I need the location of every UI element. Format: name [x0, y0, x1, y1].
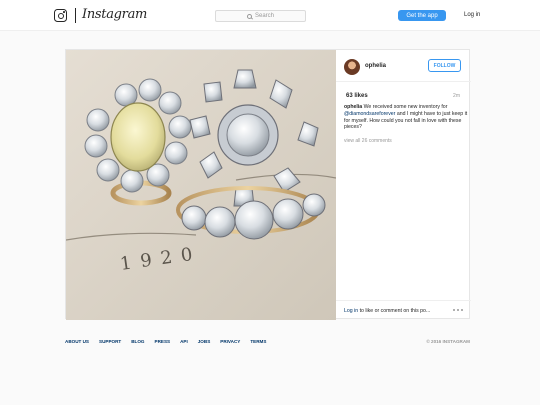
footer-link-jobs[interactable]: JOBS [198, 339, 211, 344]
search-placeholder: Search [254, 13, 274, 19]
comment-prompt: Log in to like or comment on this po... [344, 308, 430, 314]
footer-link-api[interactable]: API [180, 339, 188, 344]
footer-links: ABOUT US SUPPORT BLOG PRESS API JOBS PRI… [65, 339, 266, 344]
footer-link-blog[interactable]: BLOG [131, 339, 144, 344]
comment-login-link[interactable]: Log in [344, 308, 358, 314]
get-the-app-button[interactable]: Get the app [398, 10, 446, 21]
footer-link-about-us[interactable]: ABOUT US [65, 339, 89, 344]
post-timestamp[interactable]: 2m [453, 93, 460, 99]
copyright-text: © 2016 INSTAGRAM [426, 339, 470, 344]
avatar[interactable] [344, 59, 360, 75]
page-footer: ABOUT US SUPPORT BLOG PRESS API JOBS PRI… [65, 339, 470, 349]
search-input[interactable]: Search [215, 10, 306, 22]
post-sidebar: ophelia FOLLOW 63 likes 2m ophelia We re… [336, 50, 471, 320]
comment-prompt-text: to like or comment on this po... [358, 308, 431, 314]
search-icon [246, 13, 252, 19]
view-all-comments-link[interactable]: view all 26 comments [344, 138, 392, 144]
logo-divider [75, 8, 76, 23]
post-comment-bar: Log in to like or comment on this po... [336, 300, 471, 320]
top-navigation-bar: Instagram Search Get the app Log in [0, 0, 540, 31]
footer-link-press[interactable]: PRESS [155, 339, 171, 344]
post-header: ophelia FOLLOW [336, 50, 471, 82]
jewelry-photo-image: 1920 [66, 50, 336, 320]
post-caption: ophelia We received some new inventory f… [344, 104, 468, 131]
more-options-icon[interactable] [453, 309, 463, 311]
follow-button[interactable]: FOLLOW [428, 59, 461, 72]
instagram-camera-icon[interactable] [54, 9, 67, 22]
post-username[interactable]: ophelia [365, 63, 386, 69]
like-count[interactable]: 63 likes [346, 93, 368, 99]
footer-link-privacy[interactable]: PRIVACY [220, 339, 240, 344]
footer-link-support[interactable]: SUPPORT [99, 339, 121, 344]
caption-mention-link[interactable]: @diamondsareforever [344, 111, 395, 117]
caption-text-start: We received some new inventory for [362, 104, 448, 110]
caption-username[interactable]: ophelia [344, 104, 362, 110]
post-card: 1920 ophelia FOLLOW 63 likes 2m ophelia … [65, 49, 471, 320]
footer-link-terms[interactable]: TERMS [250, 339, 266, 344]
login-link[interactable]: Log in [464, 12, 480, 18]
post-photo[interactable]: 1920 [66, 50, 336, 320]
instagram-wordmark[interactable]: Instagram [82, 7, 147, 22]
